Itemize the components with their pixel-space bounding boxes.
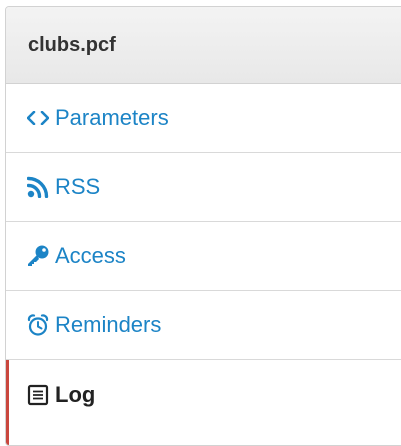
nav-item-parameters[interactable]: Parameters — [6, 84, 401, 153]
nav-item-rss[interactable]: RSS — [6, 153, 401, 222]
file-panel: clubs.pcf Parameters RSS Access Reminder… — [5, 6, 401, 446]
code-icon — [26, 106, 50, 130]
key-icon — [26, 244, 50, 268]
nav-item-log[interactable]: Log — [6, 360, 401, 445]
log-list-icon — [26, 383, 50, 407]
panel-title: clubs.pcf — [6, 7, 401, 84]
nav-item-label: Log — [55, 381, 96, 407]
nav-item-label: Reminders — [55, 312, 162, 337]
nav-item-access[interactable]: Access — [6, 222, 401, 291]
alarm-clock-icon — [26, 313, 50, 337]
nav-item-label: Parameters — [55, 105, 169, 130]
nav-item-label: RSS — [55, 174, 101, 199]
nav-item-label: Access — [55, 243, 126, 268]
rss-icon — [26, 175, 50, 199]
nav-item-reminders[interactable]: Reminders — [6, 291, 401, 360]
